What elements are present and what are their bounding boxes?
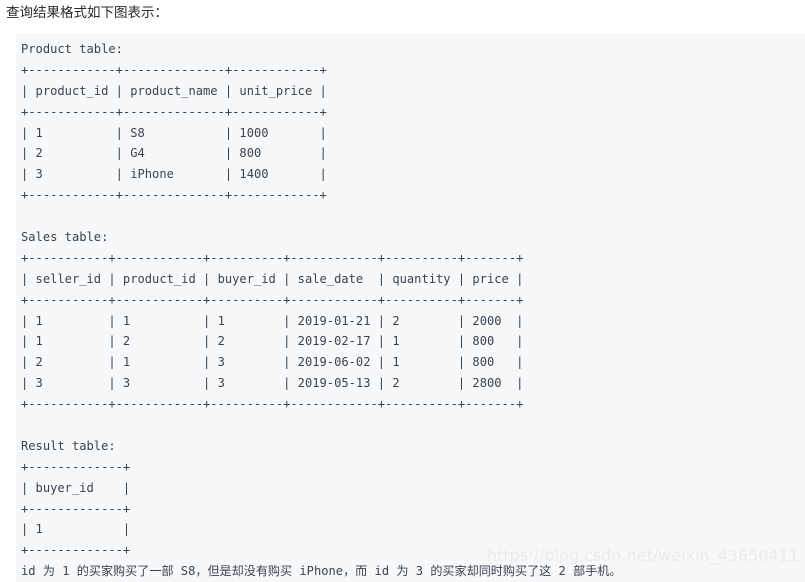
code-line: | 2 | 1 | 3 | 2019-06-02 | 1 | 800 | (21, 355, 524, 370)
code-line: Product table: (21, 42, 123, 56)
code-line: +-------------+ (21, 543, 131, 558)
code-line: +-----------+------------+----------+---… (21, 397, 524, 412)
code-line: +-------------+ (21, 459, 131, 474)
code-line: | 2 | G4 | 800 | (21, 146, 327, 161)
code-line: | 1 | 2 | 2 | 2019-02-17 | 1 | 800 | (21, 334, 524, 349)
code-line: | seller_id | product_id | buyer_id | sa… (21, 271, 524, 286)
intro-text: 查询结果格式如下图表示： (6, 5, 168, 21)
code-line: Result table: (21, 438, 116, 453)
code-lines-container: Product table: +------------+------------… (21, 39, 805, 561)
code-line: Sales table: (21, 230, 109, 245)
code-line: +------------+--------------+-----------… (21, 62, 327, 77)
code-block: Product table: +------------+------------… (16, 33, 805, 582)
code-line: | 3 | 3 | 3 | 2019-05-13 | 2 | 2800 | (21, 376, 524, 391)
code-line: | 1 | S8 | 1000 | (21, 125, 327, 140)
code-line: | 3 | iPhone | 1400 | (21, 167, 327, 182)
code-line: | buyer_id | (21, 480, 131, 495)
code-line: | 1 | (21, 522, 131, 537)
code-line: +-----------+------------+----------+---… (21, 250, 524, 265)
code-caption: id 为 1 的买家购买了一部 S8，但是却没有购买 iPhone，而 id 为… (21, 564, 622, 579)
code-line: | 1 | 1 | 1 | 2019-01-21 | 2 | 2000 | (21, 313, 524, 328)
code-line: +-------------+ (21, 501, 131, 516)
code-line: +------------+--------------+-----------… (21, 104, 327, 119)
code-line: | product_id | product_name | unit_price… (21, 83, 327, 98)
code-line: +-----------+------------+----------+---… (21, 292, 524, 307)
code-line: +------------+--------------+-----------… (21, 188, 327, 203)
